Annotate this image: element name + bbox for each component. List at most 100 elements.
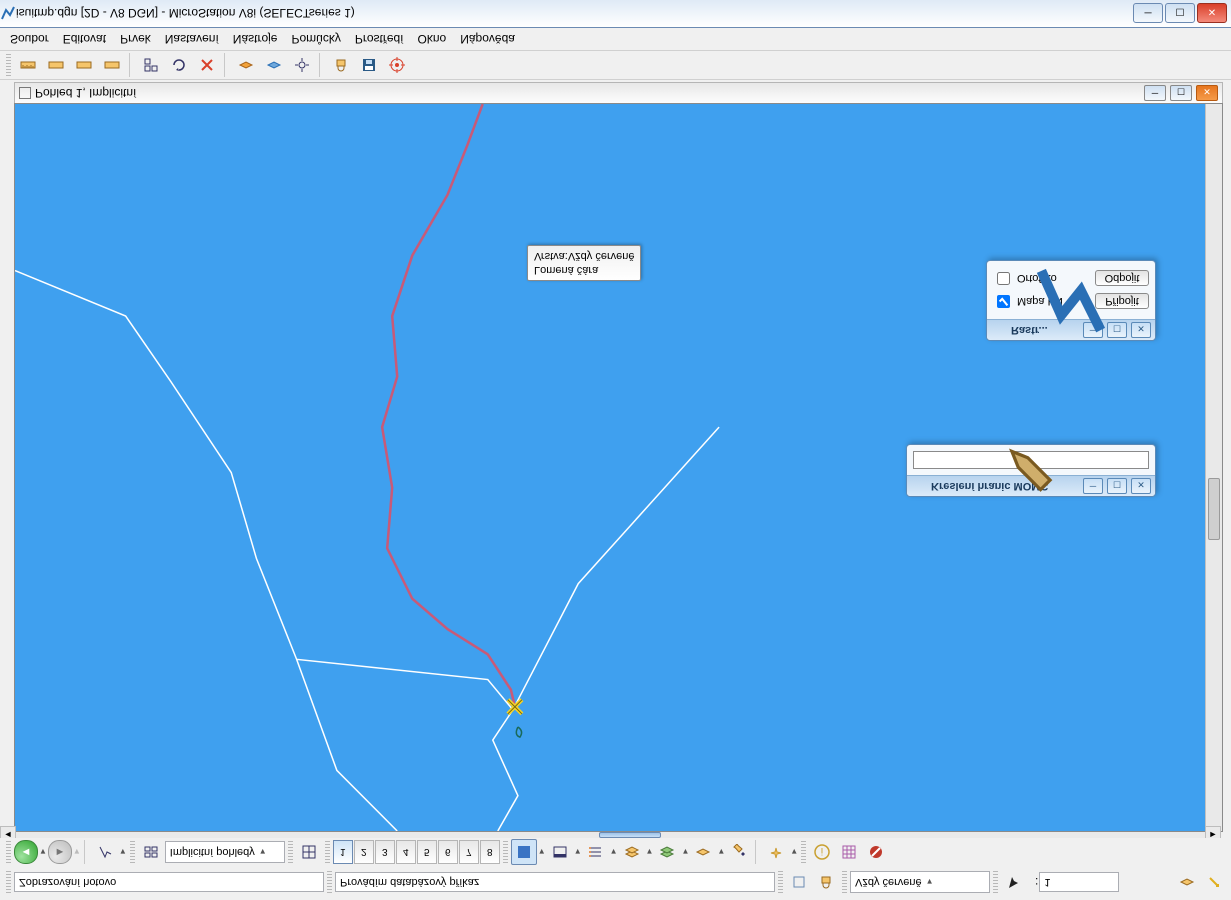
tool-rotate[interactable] bbox=[166, 52, 192, 78]
tool-display-mode[interactable] bbox=[511, 839, 537, 865]
view-number-1[interactable]: 1 bbox=[333, 840, 353, 864]
chevron-down-icon[interactable]: ▼ bbox=[790, 848, 798, 857]
menu-handle-icon[interactable] bbox=[19, 87, 31, 99]
tool-layers-b[interactable] bbox=[654, 839, 680, 865]
grip-icon[interactable] bbox=[6, 54, 11, 76]
tool-brush[interactable] bbox=[726, 839, 752, 865]
views-icon[interactable] bbox=[138, 839, 164, 865]
grip-icon[interactable] bbox=[327, 871, 332, 893]
views-dropdown[interactable]: Implicitní pohledy ▼ bbox=[165, 841, 285, 863]
maximize-button[interactable]: ☐ bbox=[1165, 4, 1195, 24]
view-number-7[interactable]: 7 bbox=[459, 840, 479, 864]
hover-tooltip: Lomená čára Vrstva:Vždy červeně bbox=[527, 245, 641, 281]
float-kresleni-window[interactable]: Kreslení hranic MOMC ─ ☐ ✕ bbox=[906, 444, 1156, 497]
float-rastr-window[interactable]: Rastr... ─ ☐ ✕ Mapa KN Připojit Ortofoto bbox=[986, 260, 1156, 341]
status-lock-icon[interactable] bbox=[813, 869, 839, 895]
tool-layers-c[interactable] bbox=[690, 839, 716, 865]
layer-dropdown[interactable]: Vždy červeně ▼ bbox=[850, 871, 990, 893]
menu-editovat[interactable]: Editovat bbox=[57, 30, 112, 48]
view-maximize-button[interactable]: ☐ bbox=[1170, 85, 1192, 101]
menu-pomucky[interactable]: Pomůcky bbox=[285, 30, 346, 48]
tool-measure-4[interactable] bbox=[99, 52, 125, 78]
view-number-4[interactable]: 4 bbox=[396, 840, 416, 864]
status-tool-b[interactable] bbox=[1201, 869, 1227, 895]
tooltip-line-2: Vrstva:Vždy červeně bbox=[534, 249, 634, 263]
tool-measure-2[interactable] bbox=[43, 52, 69, 78]
nav-back-button[interactable]: ◄ bbox=[14, 840, 38, 864]
menu-nastaveni[interactable]: Nastavení bbox=[159, 30, 225, 48]
tool-measure-1[interactable] bbox=[15, 52, 41, 78]
float-kresleni-header[interactable]: Kreslení hranic MOMC ─ ☐ ✕ bbox=[907, 475, 1155, 496]
view-number-5[interactable]: 5 bbox=[417, 840, 437, 864]
view-header[interactable]: Pohled 1, Implicitní ─ ☐ ✕ bbox=[14, 82, 1223, 104]
chevron-down-icon[interactable]: ▼ bbox=[646, 848, 654, 857]
view-number-3[interactable]: 3 bbox=[375, 840, 395, 864]
grip-icon[interactable] bbox=[801, 841, 806, 863]
cursor-icon[interactable] bbox=[1001, 869, 1027, 895]
tool-select-all[interactable] bbox=[138, 52, 164, 78]
grip-icon[interactable] bbox=[842, 871, 847, 893]
chevron-down-icon: ▼ bbox=[926, 878, 934, 887]
separator bbox=[129, 53, 134, 77]
tool-list[interactable] bbox=[583, 839, 609, 865]
status-tool-a[interactable] bbox=[1174, 869, 1200, 895]
chevron-down-icon[interactable]: ▼ bbox=[574, 848, 582, 857]
grip-icon[interactable] bbox=[6, 841, 11, 863]
tool-info[interactable]: i bbox=[809, 839, 835, 865]
tool-save[interactable] bbox=[356, 52, 382, 78]
window-titlebar[interactable]: isuitmp.dgn [2D - V8 DGN] - MicroStation… bbox=[0, 0, 1231, 28]
view-close-button[interactable]: ✕ bbox=[1196, 85, 1218, 101]
view-toolbar: ◄ ▼ ► ▼ ▼ Implicitní pohledy ▼ 1 2 3 4 5… bbox=[0, 838, 1231, 866]
tool-layer-a[interactable] bbox=[233, 52, 259, 78]
canvas-scrollbar-vertical[interactable] bbox=[1205, 104, 1222, 831]
tool-measure-3[interactable] bbox=[71, 52, 97, 78]
tool-layer-b[interactable] bbox=[261, 52, 287, 78]
grip-icon[interactable] bbox=[6, 871, 11, 893]
view-minimize-button[interactable]: ─ bbox=[1144, 85, 1166, 101]
tool-window-a[interactable] bbox=[547, 839, 573, 865]
status-number-text: 1 bbox=[1044, 876, 1050, 888]
minimize-button[interactable]: ─ bbox=[1133, 4, 1163, 24]
tool-layers-a[interactable] bbox=[619, 839, 645, 865]
status-icon-a[interactable] bbox=[786, 869, 812, 895]
chevron-down-icon[interactable]: ▼ bbox=[681, 848, 689, 857]
nav-forward-button[interactable]: ► bbox=[48, 840, 72, 864]
grip-icon[interactable] bbox=[288, 841, 293, 863]
menu-okno[interactable]: Okno bbox=[412, 30, 453, 48]
grip-icon[interactable] bbox=[130, 841, 135, 863]
chevron-down-icon[interactable]: ▼ bbox=[717, 848, 725, 857]
chevron-down-icon[interactable]: ▼ bbox=[119, 848, 127, 857]
view-number-6[interactable]: 6 bbox=[438, 840, 458, 864]
view-number-2[interactable]: 2 bbox=[354, 840, 374, 864]
close-button[interactable]: ✕ bbox=[1197, 4, 1227, 24]
menu-bar: Soubor Editovat Prvek Nastavení Nástroje… bbox=[0, 28, 1231, 50]
menu-soubor[interactable]: Soubor bbox=[4, 30, 55, 48]
menu-napoveda[interactable]: Nápověda bbox=[454, 30, 521, 48]
chevron-down-icon[interactable]: ▼ bbox=[610, 848, 618, 857]
scrollbar-thumb[interactable] bbox=[1208, 478, 1220, 540]
float-rastr-header[interactable]: Rastr... ─ ☐ ✕ bbox=[987, 319, 1155, 340]
tool-pick[interactable] bbox=[92, 839, 118, 865]
status-number-field[interactable]: 1 bbox=[1039, 872, 1119, 892]
grip-icon[interactable] bbox=[778, 871, 783, 893]
tool-grid[interactable] bbox=[836, 839, 862, 865]
tool-target[interactable] bbox=[384, 52, 410, 78]
grip-icon[interactable] bbox=[325, 841, 330, 863]
window-title: isuitmp.dgn [2D - V8 DGN] - MicroStation… bbox=[16, 7, 1133, 21]
tool-tile[interactable] bbox=[296, 839, 322, 865]
chevron-down-icon[interactable]: ▼ bbox=[39, 848, 47, 857]
tool-disable[interactable] bbox=[863, 839, 889, 865]
map-canvas[interactable]: Lomená čára Vrstva:Vždy červeně Rastr...… bbox=[14, 103, 1223, 832]
tool-sparkle[interactable] bbox=[763, 839, 789, 865]
menu-prostredi[interactable]: Prostředí bbox=[349, 30, 410, 48]
chevron-down-icon[interactable]: ▼ bbox=[538, 848, 546, 857]
status-bar: Zobrazování hotovo Provádím databázový p… bbox=[0, 868, 1231, 896]
tool-delete[interactable] bbox=[194, 52, 220, 78]
view-number-8[interactable]: 8 bbox=[480, 840, 500, 864]
menu-nastroje[interactable]: Nástroje bbox=[227, 30, 284, 48]
grip-icon[interactable] bbox=[503, 841, 508, 863]
tool-lock-a[interactable] bbox=[328, 52, 354, 78]
tool-snap[interactable] bbox=[289, 52, 315, 78]
menu-prvek[interactable]: Prvek bbox=[114, 30, 157, 48]
grip-icon[interactable] bbox=[993, 871, 998, 893]
